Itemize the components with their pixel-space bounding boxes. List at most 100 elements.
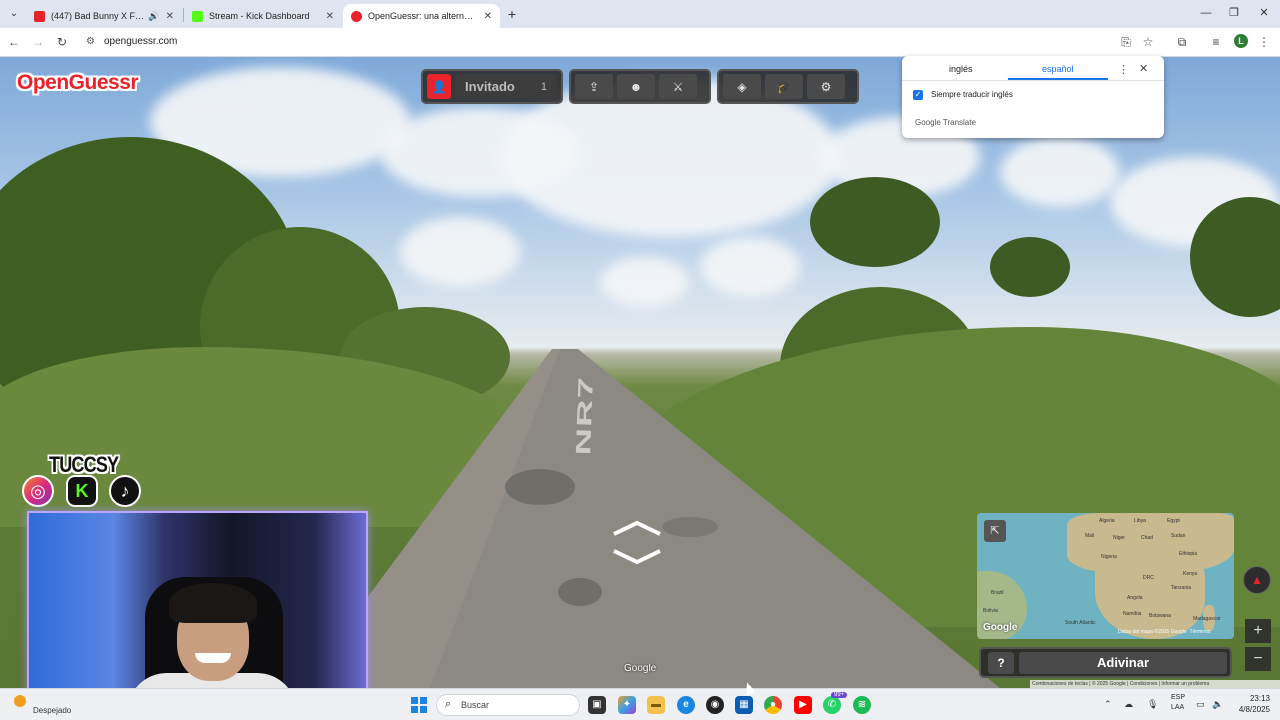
always-translate-checkbox[interactable]: ✓ <box>913 90 923 100</box>
copilot-icon[interactable]: ✦ <box>618 696 636 714</box>
notification-badge: 99+ <box>831 692 848 698</box>
map-label: Chad <box>1141 535 1153 541</box>
africa-south-landmass <box>1095 553 1205 639</box>
map-label: Tanzania <box>1171 585 1192 591</box>
map-label: Libya <box>1134 518 1146 524</box>
tab-title: (447) Bad Bunny X Farruko <box>51 11 144 21</box>
zoom-out-button[interactable]: − <box>1245 647 1271 671</box>
file-explorer-icon[interactable]: ▬ <box>647 696 665 714</box>
translate-tab-target[interactable]: español <box>1042 64 1074 74</box>
windows-start-icon[interactable] <box>411 697 427 713</box>
tab-search-icon[interactable]: ⌄ <box>6 6 22 22</box>
edge-icon[interactable]: e <box>677 696 695 714</box>
more-options-icon[interactable]: ⋮ <box>1118 63 1129 76</box>
upload-mode-button[interactable]: ⇪ <box>575 74 613 99</box>
language-code: ESP <box>1171 694 1186 701</box>
battle-button[interactable]: ⚔ <box>659 74 697 99</box>
close-tab-icon[interactable]: ✕ <box>484 11 492 22</box>
tab-title: OpenGuessr: una alternativa gr <box>368 11 478 21</box>
clock-date: 4/8/2025 <box>1238 705 1270 714</box>
map-label: DRC <box>1143 575 1154 581</box>
compass-icon[interactable]: ▲ <box>1243 566 1271 594</box>
tiktok-icon: ♪ <box>109 475 141 507</box>
system-clock[interactable]: 23:13 4/8/2025 <box>1222 693 1270 715</box>
search-placeholder: Buscar <box>461 700 490 710</box>
network-tray-icon[interactable]: ☁ <box>1124 699 1133 710</box>
close-tab-icon[interactable]: ✕ <box>326 11 334 22</box>
youtube-favicon-icon <box>34 10 45 22</box>
layers-icon: ◈ <box>737 79 747 94</box>
streamer-hair <box>169 583 257 623</box>
map-label: South Atlantic <box>1065 620 1096 626</box>
minimize-icon[interactable]: — <box>1196 4 1216 22</box>
spotify-icon[interactable]: ≋ <box>853 696 871 714</box>
always-translate-label: Siempre traducir inglés <box>931 90 1013 99</box>
speaker-icon[interactable]: 🔊 <box>148 11 159 22</box>
openguessr-logo[interactable]: OpenGuessr <box>17 71 139 95</box>
map-terms-link[interactable]: Términos <box>1190 629 1211 635</box>
keyboard-layout: LAA <box>1171 704 1185 711</box>
map-label: Kenya <box>1183 571 1198 577</box>
map-label: Mali <box>1085 533 1095 539</box>
map-attribution: Datos del mapa ©2025 Google Términos <box>1118 629 1210 635</box>
road-marking-text: NR7 <box>572 376 598 456</box>
translate-popup: inglés español ⋮ ✕ ✓ Siempre traducir in… <box>902 56 1164 138</box>
kick-icon: K <box>66 475 98 507</box>
taskbar-search[interactable]: ⌕ Buscar <box>436 694 580 716</box>
profile-avatar[interactable]: L <box>1234 34 1248 48</box>
street-view-attribution[interactable]: Combinaciones de teclas | © 2025 Google … <box>1030 680 1280 688</box>
translate-icon[interactable]: ⎘ <box>1118 34 1134 50</box>
tab-openguessr[interactable]: OpenGuessr: una alternativa gr ✕ <box>343 4 500 28</box>
translate-tab-source[interactable]: inglés <box>949 64 973 74</box>
reading-list-icon[interactable]: ≡ <box>1208 34 1224 50</box>
map-label: Angola <box>1127 595 1143 601</box>
move-forward-arrow-icon[interactable] <box>612 520 662 536</box>
settings-button[interactable]: ⚙ <box>807 74 845 99</box>
map-google-logo: Google <box>983 622 1018 633</box>
weather-sun-icon[interactable] <box>14 695 26 707</box>
upload-icon: ⇪ <box>588 79 600 94</box>
bookmark-star-icon[interactable]: ☆ <box>1140 34 1156 50</box>
zoom-in-button[interactable]: + <box>1245 619 1271 643</box>
guest-indicator[interactable]: Invitado 1 <box>455 74 557 99</box>
back-arrow-icon[interactable]: ← <box>6 34 22 50</box>
tray-overflow-icon[interactable]: ⌃ <box>1104 699 1112 710</box>
browser-tab-strip: ⌄ (447) Bad Bunny X Farruko 🔊 ✕ Stream -… <box>0 0 1280 28</box>
expand-map-button[interactable]: ⇱ <box>984 520 1006 542</box>
forward-arrow-icon[interactable]: → <box>30 34 46 50</box>
wifi-icon[interactable]: ▭ <box>1196 699 1205 710</box>
address-bar[interactable]: openguessr.com <box>104 36 177 47</box>
store-icon[interactable]: ▦ <box>735 696 753 714</box>
close-icon[interactable]: ✕ <box>1139 62 1148 75</box>
microphone-icon[interactable]: 🎙 <box>1147 699 1158 710</box>
restore-icon[interactable]: ❐ <box>1224 4 1244 22</box>
input-language[interactable]: ESP LAA <box>1171 693 1185 713</box>
clock-time: 23:13 <box>1249 694 1270 703</box>
move-backward-arrow-icon[interactable] <box>612 549 662 565</box>
obs-icon[interactable]: ◉ <box>706 696 724 714</box>
weather-status[interactable]: Despejado <box>33 706 71 715</box>
close-window-icon[interactable]: ✕ <box>1254 4 1274 22</box>
tab-kick-dashboard[interactable]: Stream - Kick Dashboard ✕ <box>184 4 342 28</box>
map-label: Botswana <box>1149 613 1171 619</box>
multiplayer-button[interactable]: ☻ <box>617 74 655 99</box>
guess-minimap[interactable]: Algeria Libya Egypt Mali Niger Chad Suda… <box>977 513 1234 639</box>
help-button[interactable]: ? <box>988 652 1014 674</box>
map-label: Sudan <box>1171 533 1186 539</box>
whatsapp-icon[interactable]: ✆ <box>823 696 841 714</box>
learn-button[interactable]: 🎓 <box>765 74 803 99</box>
reload-icon[interactable]: ↻ <box>54 34 70 50</box>
new-tab-icon[interactable]: + <box>504 6 520 22</box>
youtube-icon[interactable]: ▶ <box>794 696 812 714</box>
site-info-icon[interactable]: ⚙ <box>86 36 98 48</box>
close-tab-icon[interactable]: ✕ <box>166 11 174 22</box>
chrome-icon[interactable]: ● <box>764 696 782 714</box>
webcam-overlay <box>27 511 368 703</box>
tab-youtube[interactable]: (447) Bad Bunny X Farruko 🔊 ✕ <box>26 4 182 28</box>
browser-menu-icon[interactable]: ⋮ <box>1256 34 1272 50</box>
task-view-icon[interactable]: ▣ <box>588 696 606 714</box>
guess-button[interactable]: Adivinar <box>1019 652 1227 674</box>
account-button[interactable]: 👤 <box>427 74 452 99</box>
extensions-icon[interactable]: ⧉ <box>1174 34 1190 50</box>
map-layers-button[interactable]: ◈ <box>723 74 761 99</box>
